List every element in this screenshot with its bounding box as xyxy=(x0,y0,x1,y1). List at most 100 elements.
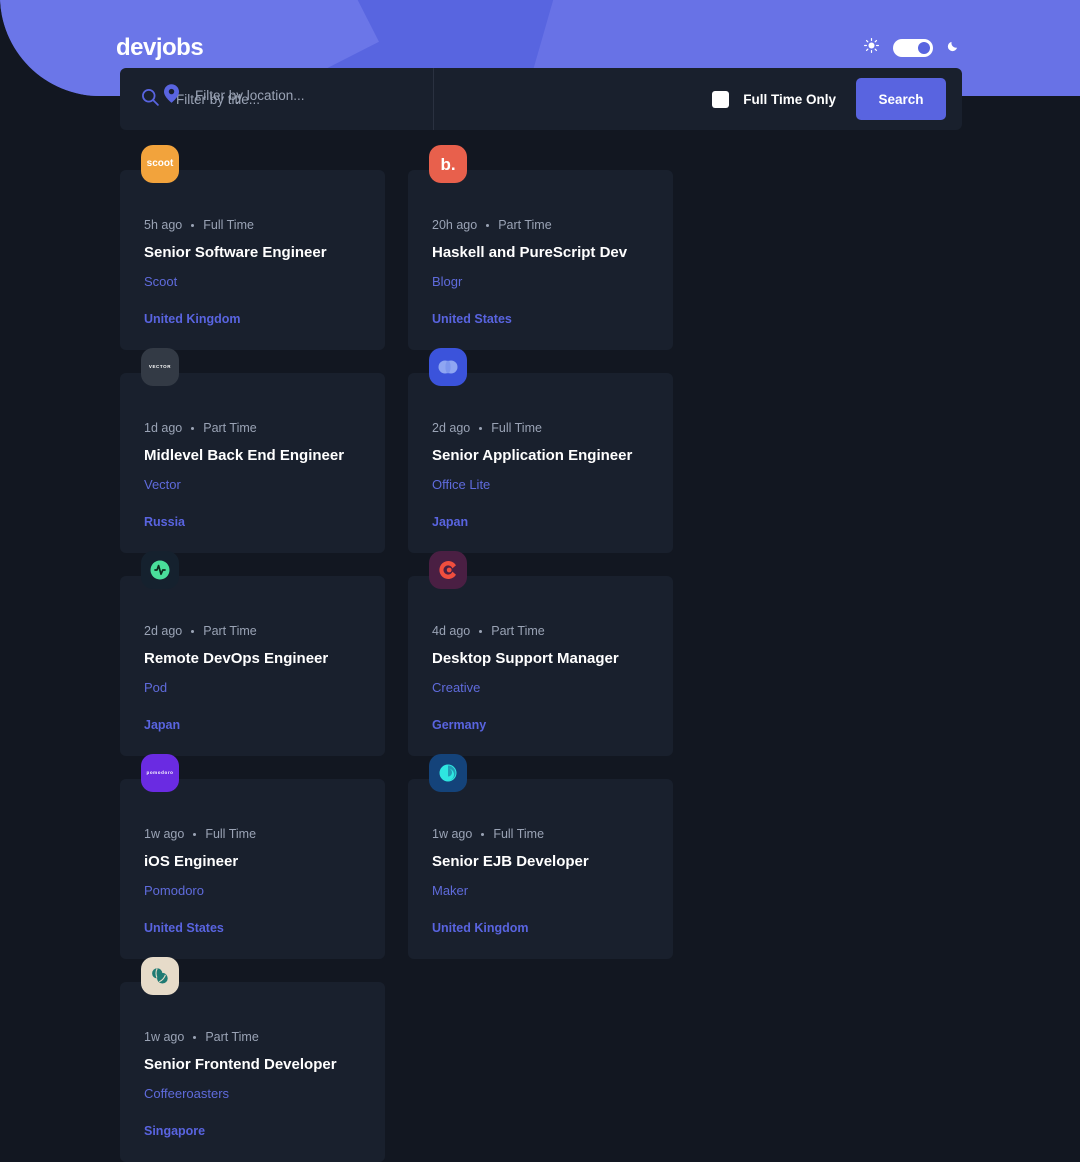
separator-dot xyxy=(479,426,483,430)
job-meta: 1w ago Full Time xyxy=(432,827,641,841)
job-company: Maker xyxy=(432,883,469,899)
job-contract-type: Full Time xyxy=(205,827,257,841)
search-field-location xyxy=(144,84,434,106)
job-meta: 2d ago Full Time xyxy=(432,421,641,435)
company-logo: scoot xyxy=(141,145,179,183)
job-company: Creative xyxy=(432,680,481,696)
job-location: Japan xyxy=(432,515,469,529)
job-meta: 5h ago Full Time xyxy=(144,218,353,232)
job-title[interactable]: Haskell and PureScript Dev xyxy=(432,244,641,261)
job-meta: 1w ago Full Time xyxy=(144,827,353,841)
search-actions: Full Time Only Search xyxy=(434,68,962,130)
job-company: Scoot xyxy=(144,274,178,290)
company-logo-text: pomodoro xyxy=(146,769,174,775)
job-meta: 4d ago Part Time xyxy=(432,624,641,638)
job-location: United Kingdom xyxy=(144,312,241,326)
job-meta: 2d ago Part Time xyxy=(144,624,353,638)
job-contract-type: Full Time xyxy=(203,218,254,232)
job-card[interactable]: 1w ago Full Time Senior EJB Developer Maker… xyxy=(408,754,673,959)
job-company: Office Lite xyxy=(432,477,491,493)
job-card[interactable]: 1w ago Part Time Senior Frontend Developer… xyxy=(120,957,385,1162)
job-contract-type: Part Time xyxy=(498,218,552,232)
fulltime-only-checkbox[interactable] xyxy=(712,90,730,108)
job-posted-time: 2d ago xyxy=(144,624,183,638)
company-logo: b. xyxy=(429,145,467,183)
job-title[interactable]: Senior EJB Developer xyxy=(432,853,641,870)
company-logo-text: scoot xyxy=(146,158,174,169)
theme-toggle[interactable] xyxy=(864,38,960,58)
job-card[interactable]: pomodoro 1w ago Full Time iOS Engineer Pomod… xyxy=(120,754,385,959)
swirl-icon xyxy=(439,764,457,782)
job-title[interactable]: Desktop Support Manager xyxy=(432,650,641,667)
job-posted-time: 1d ago xyxy=(144,421,183,435)
job-contract-type: Part Time xyxy=(491,624,545,638)
job-title[interactable]: Senior Frontend Developer xyxy=(144,1056,353,1073)
location-input[interactable] xyxy=(195,87,413,103)
job-card[interactable]: VECTOR 1d ago Part Time Midlevel Back End E… xyxy=(120,348,385,553)
job-meta: 1w ago Part Time xyxy=(144,1030,353,1044)
job-company: Pod xyxy=(144,680,168,696)
job-card[interactable]: b. 20h ago Part Time Haskell and PureScript… xyxy=(408,145,673,350)
job-card[interactable]: 4d ago Part Time Desktop Support Manager Cr… xyxy=(408,551,673,756)
job-posted-time: 1w ago xyxy=(432,827,473,841)
separator-dot xyxy=(479,629,483,633)
overlapping-circles-icon xyxy=(438,360,458,374)
sun-icon xyxy=(864,38,880,58)
job-location: Germany xyxy=(432,718,487,732)
coffee-beans-icon xyxy=(152,968,168,984)
job-contract-type: Part Time xyxy=(203,624,257,638)
separator-dot xyxy=(486,223,490,227)
job-company: Pomodoro xyxy=(144,883,204,899)
job-location: Russia xyxy=(144,515,185,529)
theme-switch-knob xyxy=(918,42,930,54)
separator-dot xyxy=(191,426,195,430)
job-posted-time: 2d ago xyxy=(432,421,471,435)
app-logo[interactable]: devjobs xyxy=(116,36,204,60)
job-company: Vector xyxy=(144,477,181,493)
job-contract-type: Full Time xyxy=(491,421,542,435)
fulltime-only-label: Full Time Only xyxy=(743,91,836,107)
moon-icon xyxy=(947,39,960,57)
job-contract-type: Part Time xyxy=(205,1030,259,1044)
job-title[interactable]: Remote DevOps Engineer xyxy=(144,650,353,667)
job-posted-time: 5h ago xyxy=(144,218,183,232)
job-title[interactable]: Senior Software Engineer xyxy=(144,244,353,261)
separator-dot xyxy=(193,1035,197,1039)
job-posted-time: 1w ago xyxy=(144,1030,185,1044)
job-card[interactable]: scoot 5h ago Full Time Senior Software Engi… xyxy=(120,145,385,350)
job-posted-time: 20h ago xyxy=(432,218,478,232)
job-contract-type: Part Time xyxy=(203,421,257,435)
job-location: United States xyxy=(432,312,512,326)
job-posted-time: 4d ago xyxy=(432,624,471,638)
search-button[interactable]: Search xyxy=(856,78,946,120)
c-letter-icon xyxy=(439,561,456,579)
job-card[interactable]: 2d ago Full Time Senior Application Engine… xyxy=(408,348,673,553)
company-logo: pomodoro xyxy=(141,754,179,792)
job-location: Japan xyxy=(144,718,181,732)
pulse-icon xyxy=(150,560,170,580)
company-logo xyxy=(141,551,179,589)
job-title[interactable]: iOS Engineer xyxy=(144,853,353,870)
job-company: Coffeeroasters xyxy=(144,1086,230,1102)
job-location: United Kingdom xyxy=(432,921,529,935)
theme-switch[interactable] xyxy=(893,39,933,57)
company-logo-text: b. xyxy=(440,154,456,174)
company-logo xyxy=(429,348,467,386)
job-location: Singapore xyxy=(144,1124,206,1138)
company-logo-text: VECTOR xyxy=(148,363,172,369)
job-card[interactable]: 2d ago Part Time Remote DevOps Engineer Pod… xyxy=(120,551,385,756)
job-title[interactable]: Senior Application Engineer xyxy=(432,447,641,464)
job-location: United States xyxy=(144,921,224,935)
job-grid: scoot 5h ago Full Time Senior Software Engi… xyxy=(120,145,960,1162)
map-pin-icon xyxy=(164,84,179,106)
search-bar: Full Time Only Search xyxy=(120,68,962,130)
fulltime-only-checkbox-group[interactable]: Full Time Only xyxy=(712,90,836,108)
job-contract-type: Full Time xyxy=(493,827,545,841)
separator-dot xyxy=(193,832,197,836)
job-title[interactable]: Midlevel Back End Engineer xyxy=(144,447,353,464)
company-logo xyxy=(141,957,179,995)
company-logo: VECTOR xyxy=(141,348,179,386)
company-logo xyxy=(429,551,467,589)
job-meta: 20h ago Part Time xyxy=(432,218,641,232)
job-meta: 1d ago Part Time xyxy=(144,421,353,435)
